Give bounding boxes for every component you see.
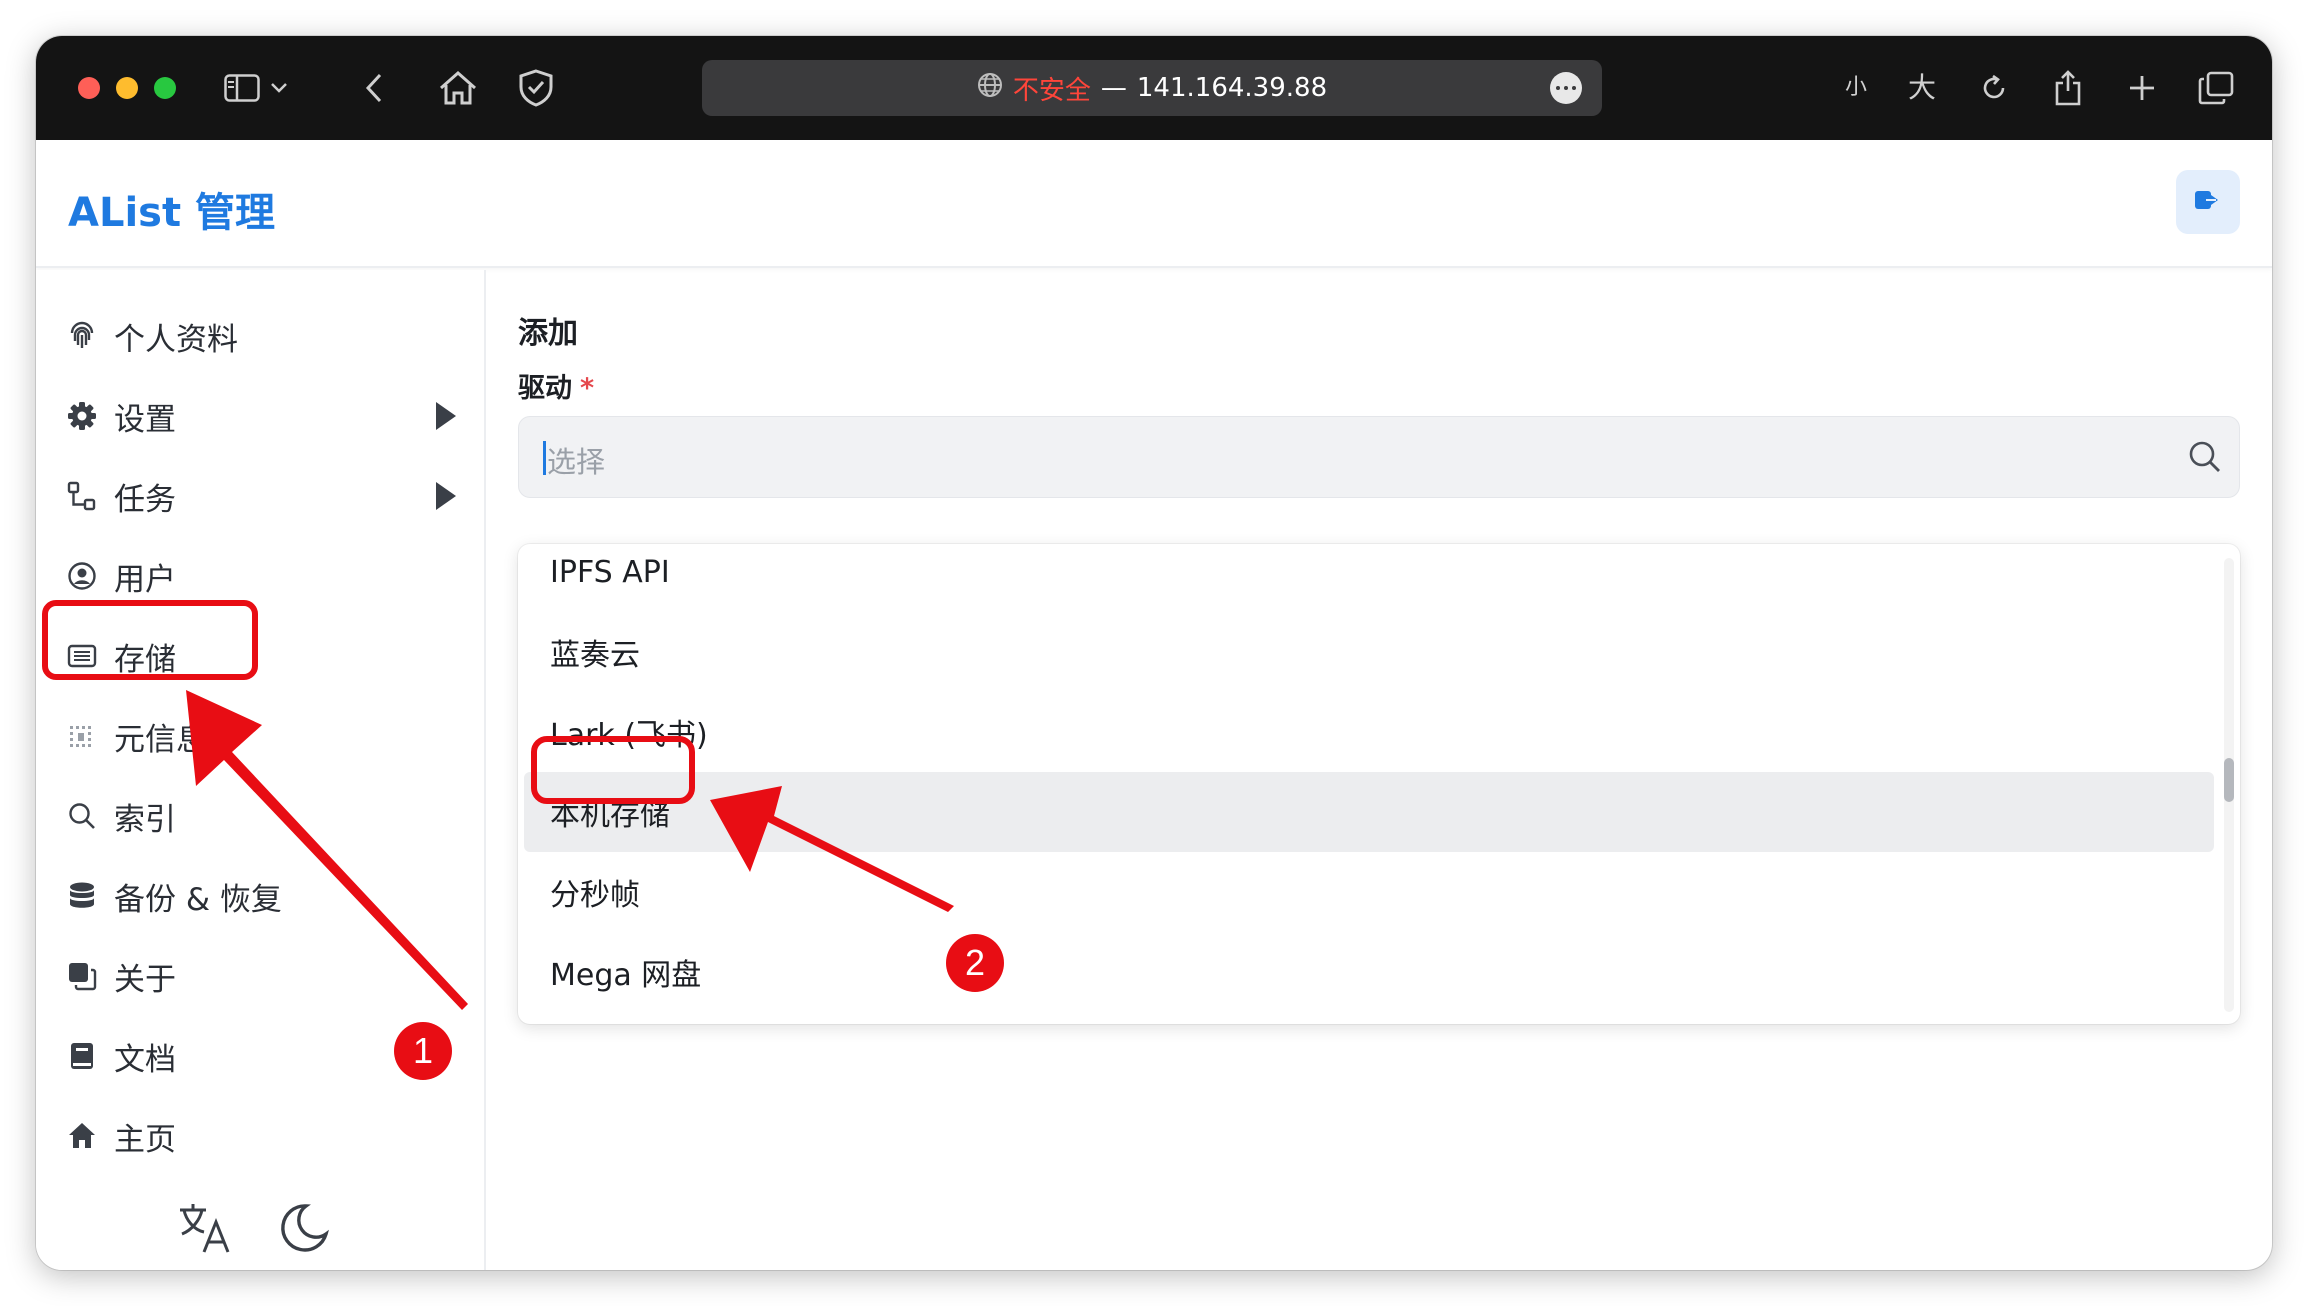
annotation-box-storage: [42, 600, 258, 680]
logout-button[interactable]: [2176, 170, 2240, 234]
sidebar-item-label: 文档: [114, 1041, 176, 1078]
chevron-down-icon[interactable]: [264, 66, 294, 110]
sidebar-item-label: 元信息: [114, 721, 207, 758]
sidebar-item-label: 个人资料: [114, 321, 238, 358]
dark-mode-icon[interactable]: [276, 1200, 332, 1260]
gear-icon: [66, 400, 98, 432]
sidebar-item-label: 关于: [114, 961, 176, 998]
fingerprint-icon: [66, 320, 98, 352]
text-smaller-button[interactable]: 小: [1836, 68, 1876, 108]
scrollbar-thumb[interactable]: [2224, 758, 2234, 802]
zoom-window-button[interactable]: [154, 77, 176, 99]
expand-arrow-icon[interactable]: [436, 482, 456, 510]
required-mark: *: [580, 373, 595, 404]
sidebar-item-label: 主页: [114, 1121, 176, 1158]
tasks-icon: [66, 480, 98, 512]
sidebar-item-label: 用户: [114, 561, 176, 598]
driver-label-text: 驱动: [518, 373, 572, 404]
app-title: AList 管理: [68, 190, 276, 236]
select-placeholder: 选择: [547, 445, 606, 479]
back-icon[interactable]: [352, 66, 396, 110]
sidebar-item-tasks[interactable]: 任务: [66, 468, 456, 524]
search-icon: [66, 800, 98, 832]
sidebar-footer: [176, 1200, 332, 1260]
insecure-warning: 不安全: [1012, 75, 1091, 106]
home-icon[interactable]: [436, 66, 480, 110]
address-bar[interactable]: 不安全 — 141.164.39.88: [702, 60, 1602, 116]
text-caret: [543, 441, 546, 475]
language-icon[interactable]: [176, 1200, 232, 1260]
driver-option[interactable]: 蓝奏云: [524, 612, 2214, 692]
database-icon: [66, 880, 98, 912]
driver-option[interactable]: Mega 网盘: [524, 932, 2214, 1012]
shield-icon[interactable]: [514, 66, 558, 110]
driver-option-highlighted[interactable]: 本机存储: [524, 772, 2214, 852]
text-larger-button[interactable]: 大: [1902, 68, 1942, 108]
dropdown-scrollbar[interactable]: [2224, 558, 2234, 1012]
sidebar-item-label: 索引: [114, 801, 176, 838]
reload-icon[interactable]: [1972, 66, 2016, 110]
copy-icon: [66, 960, 98, 992]
sidebar-toggle-icon[interactable]: [220, 66, 264, 110]
user-circle-icon: [66, 560, 98, 592]
metadata-icon: [66, 720, 98, 752]
sidebar-item-home[interactable]: 主页: [66, 1108, 456, 1164]
sidebar-item-about[interactable]: 关于: [66, 948, 456, 1004]
main-content: 添加 驱动 * 选择 IPFS API 蓝奏云 Lark (飞书) 本机存储 分秒…: [488, 270, 2272, 1270]
sidebar-item-users[interactable]: 用户: [66, 548, 456, 604]
sidebar-item-index[interactable]: 索引: [66, 788, 456, 844]
close-window-button[interactable]: [78, 77, 100, 99]
sidebar-item-metadata[interactable]: 元信息: [66, 708, 456, 764]
driver-dropdown-list: IPFS API 蓝奏云 Lark (飞书) 本机存储 分秒帧 Mega 网盘: [518, 544, 2240, 1024]
logout-icon: [2194, 189, 2222, 215]
sidebar-item-label: 设置: [114, 401, 176, 438]
tab-overview-icon[interactable]: [2194, 66, 2238, 110]
sidebar-item-label: 备份 & 恢复: [114, 881, 282, 918]
home-icon: [66, 1120, 98, 1152]
driver-option[interactable]: Lark (飞书): [524, 692, 2214, 772]
driver-option[interactable]: IPFS API: [524, 544, 2214, 612]
sidebar-item-settings[interactable]: 设置: [66, 388, 456, 444]
sidebar-item-profile[interactable]: 个人资料: [66, 308, 456, 364]
globe-icon: [977, 72, 1003, 105]
minimize-window-button[interactable]: [116, 77, 138, 99]
sidebar-item-backup[interactable]: 备份 & 恢复: [66, 868, 456, 924]
share-icon[interactable]: [2046, 66, 2090, 110]
url-host: 141.164.39.88: [1136, 73, 1328, 103]
annotation-step-1: 1: [394, 1022, 452, 1080]
browser-window: 不安全 — 141.164.39.88 小 大 AList 管理 个人资料 设置…: [36, 36, 2272, 1270]
expand-arrow-icon[interactable]: [436, 402, 456, 430]
book-icon: [66, 1040, 98, 1072]
sidebar: 个人资料 设置 任务 用户 存储 元信息 索引 备份 & 恢复 关于 文档 主页: [36, 270, 486, 1270]
app-header: AList 管理: [36, 140, 2272, 268]
page-title: 添加: [518, 316, 578, 351]
annotation-box-local-storage: [531, 736, 695, 804]
more-options-icon[interactable]: [1550, 72, 1582, 104]
driver-field-label: 驱动 *: [518, 366, 594, 405]
new-tab-icon[interactable]: [2120, 66, 2164, 110]
url-separator: —: [1100, 73, 1127, 103]
search-icon: [2185, 437, 2225, 481]
driver-select-input[interactable]: 选择: [518, 416, 2240, 498]
browser-toolbar: 不安全 — 141.164.39.88 小 大: [36, 36, 2272, 140]
annotation-step-2: 2: [946, 934, 1004, 992]
driver-option[interactable]: 分秒帧: [524, 852, 2214, 932]
sidebar-item-label: 任务: [114, 481, 176, 518]
